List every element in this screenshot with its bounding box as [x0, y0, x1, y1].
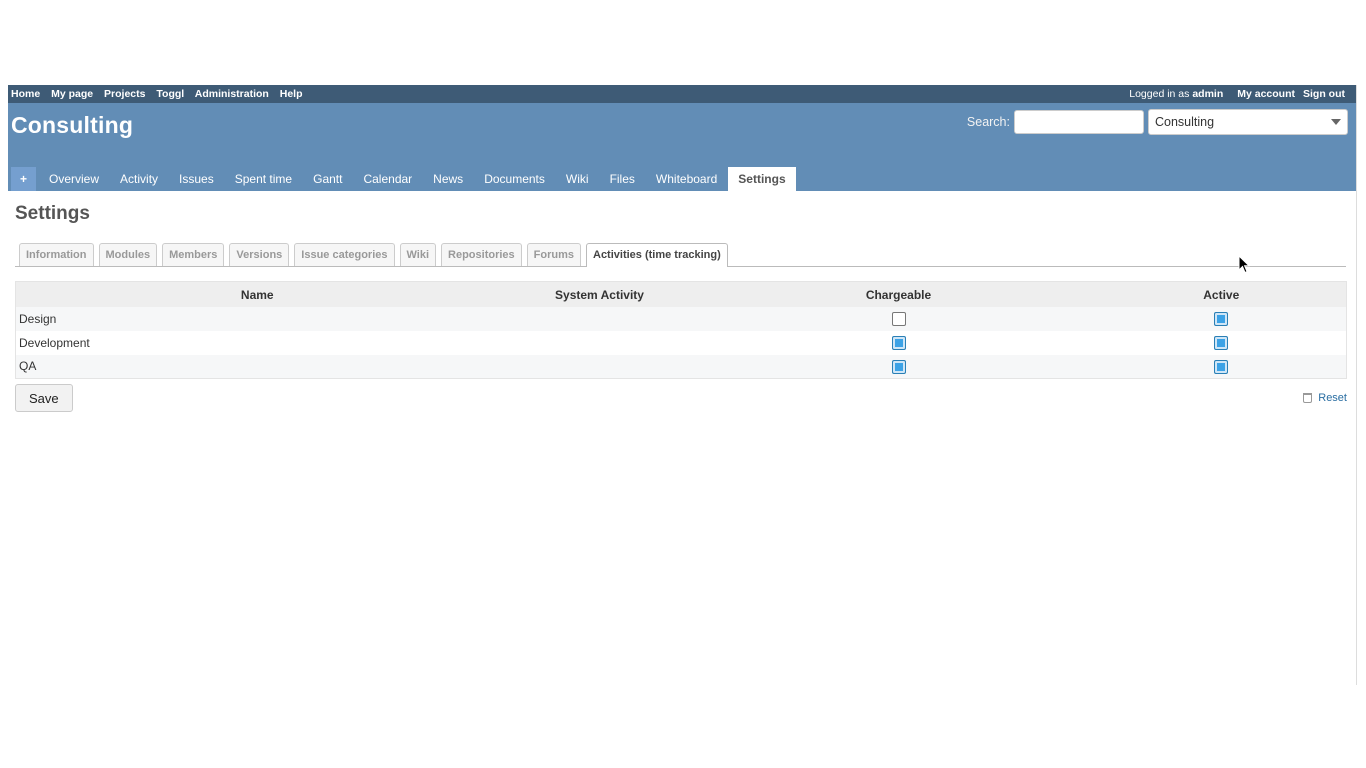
tab-calendar[interactable]: Calendar	[353, 167, 422, 191]
tab-files[interactable]: Files	[600, 167, 645, 191]
top-menu-left: Home My page Projects Toggl Administrati…	[11, 88, 311, 100]
settings-tab-modules[interactable]: Modules	[98, 243, 158, 266]
chargeable-cell	[701, 307, 1097, 331]
user-link[interactable]: admin	[1192, 88, 1223, 100]
chargeable-checkbox[interactable]	[891, 335, 906, 350]
top-menu-toggl[interactable]: Toggl	[156, 88, 184, 100]
activity-name: QA	[19, 359, 37, 374]
tab-activity[interactable]: Activity	[110, 167, 168, 191]
active-cell	[1097, 307, 1347, 331]
settings-tab-forums[interactable]: Forums	[526, 243, 581, 266]
content: Settings Information Modules Members Ver…	[8, 191, 1356, 422]
project-jump-value: Consulting	[1155, 115, 1215, 129]
project-title: Consulting	[11, 112, 134, 138]
active-checkbox[interactable]	[1214, 359, 1229, 374]
chevron-down-icon	[1331, 119, 1341, 125]
header: Consulting Search: Consulting + Overview…	[8, 103, 1356, 191]
settings-tab-repositories[interactable]: Repositories	[441, 243, 522, 266]
top-menu-administration[interactable]: Administration	[195, 88, 269, 100]
trash-icon	[1303, 393, 1313, 403]
settings-tab-wiki[interactable]: Wiki	[399, 243, 437, 266]
form-actions: Save Reset	[15, 384, 1347, 412]
settings-tab-activities[interactable]: Activities (time tracking)	[586, 243, 728, 267]
top-menu: Home My page Projects Toggl Administrati…	[8, 85, 1356, 103]
mouse-cursor-icon	[1238, 255, 1250, 274]
settings-tab-members[interactable]: Members	[162, 243, 225, 266]
tab-gantt[interactable]: Gantt	[303, 167, 352, 191]
tab-documents[interactable]: Documents	[474, 167, 555, 191]
top-menu-help[interactable]: Help	[280, 88, 303, 100]
sign-out-link[interactable]: Sign out	[1303, 88, 1345, 100]
tab-whiteboard[interactable]: Whiteboard	[646, 167, 727, 191]
column-header-name: Name	[15, 281, 499, 307]
tab-issues[interactable]: Issues	[169, 167, 224, 191]
chargeable-checkbox[interactable]	[891, 311, 906, 326]
logged-in-label: Logged in as	[1129, 88, 1190, 100]
reset-label: Reset	[1318, 392, 1347, 404]
table-row: Development	[15, 330, 1347, 355]
page-wrapper: Home My page Projects Toggl Administrati…	[8, 85, 1357, 685]
tab-wiki[interactable]: Wiki	[556, 167, 599, 191]
main-menu: + Overview Activity Issues Spent time Ga…	[11, 167, 797, 191]
system-activity-cell	[499, 355, 701, 379]
settings-tab-information[interactable]: Information	[19, 243, 94, 266]
table-header-row: Name System Activity Chargeable Active	[15, 281, 1347, 307]
save-button[interactable]: Save	[15, 384, 73, 412]
system-activity-cell	[499, 307, 701, 331]
tab-news[interactable]: News	[423, 167, 473, 191]
chargeable-checkbox[interactable]	[891, 359, 906, 374]
settings-tab-versions[interactable]: Versions	[229, 243, 290, 266]
tab-spent-time[interactable]: Spent time	[225, 167, 302, 191]
tab-overview[interactable]: Overview	[39, 167, 109, 191]
table-row: Design	[15, 306, 1347, 331]
system-activity-cell	[499, 331, 701, 355]
top-menu-right: Logged in as admin My account Sign out	[1129, 88, 1353, 100]
search-input[interactable]	[1014, 110, 1144, 134]
search-label: Search:	[966, 115, 1010, 129]
my-account-link[interactable]: My account	[1237, 88, 1295, 100]
table-row: QA	[15, 354, 1347, 379]
new-object-button[interactable]: +	[11, 167, 37, 191]
top-menu-projects[interactable]: Projects	[104, 88, 145, 100]
activity-name: Development	[19, 335, 90, 350]
page-title: Settings	[15, 203, 90, 224]
logged-in-as: Logged in as admin	[1129, 88, 1223, 100]
active-cell	[1097, 331, 1347, 355]
column-header-system-activity: System Activity	[498, 281, 701, 307]
chargeable-cell	[701, 331, 1097, 355]
active-cell	[1097, 355, 1347, 379]
quick-search: Search: Consulting	[967, 109, 1348, 135]
top-menu-my-page[interactable]: My page	[51, 88, 93, 100]
active-checkbox[interactable]	[1214, 311, 1229, 326]
reset-link[interactable]: Reset	[1303, 392, 1347, 404]
settings-tab-issue-categories[interactable]: Issue categories	[294, 243, 395, 266]
activity-name: Design	[19, 311, 57, 326]
activities-table: Name System Activity Chargeable Active D…	[15, 281, 1347, 379]
column-header-chargeable: Chargeable	[700, 281, 1097, 307]
top-menu-home[interactable]: Home	[11, 88, 40, 100]
active-checkbox[interactable]	[1214, 335, 1229, 350]
tab-settings[interactable]: Settings	[728, 167, 796, 191]
settings-tabs: Information Modules Members Versions Iss…	[15, 243, 1346, 267]
chargeable-cell	[701, 355, 1097, 379]
project-jump-select[interactable]: Consulting	[1148, 109, 1348, 135]
column-header-active: Active	[1096, 281, 1347, 307]
